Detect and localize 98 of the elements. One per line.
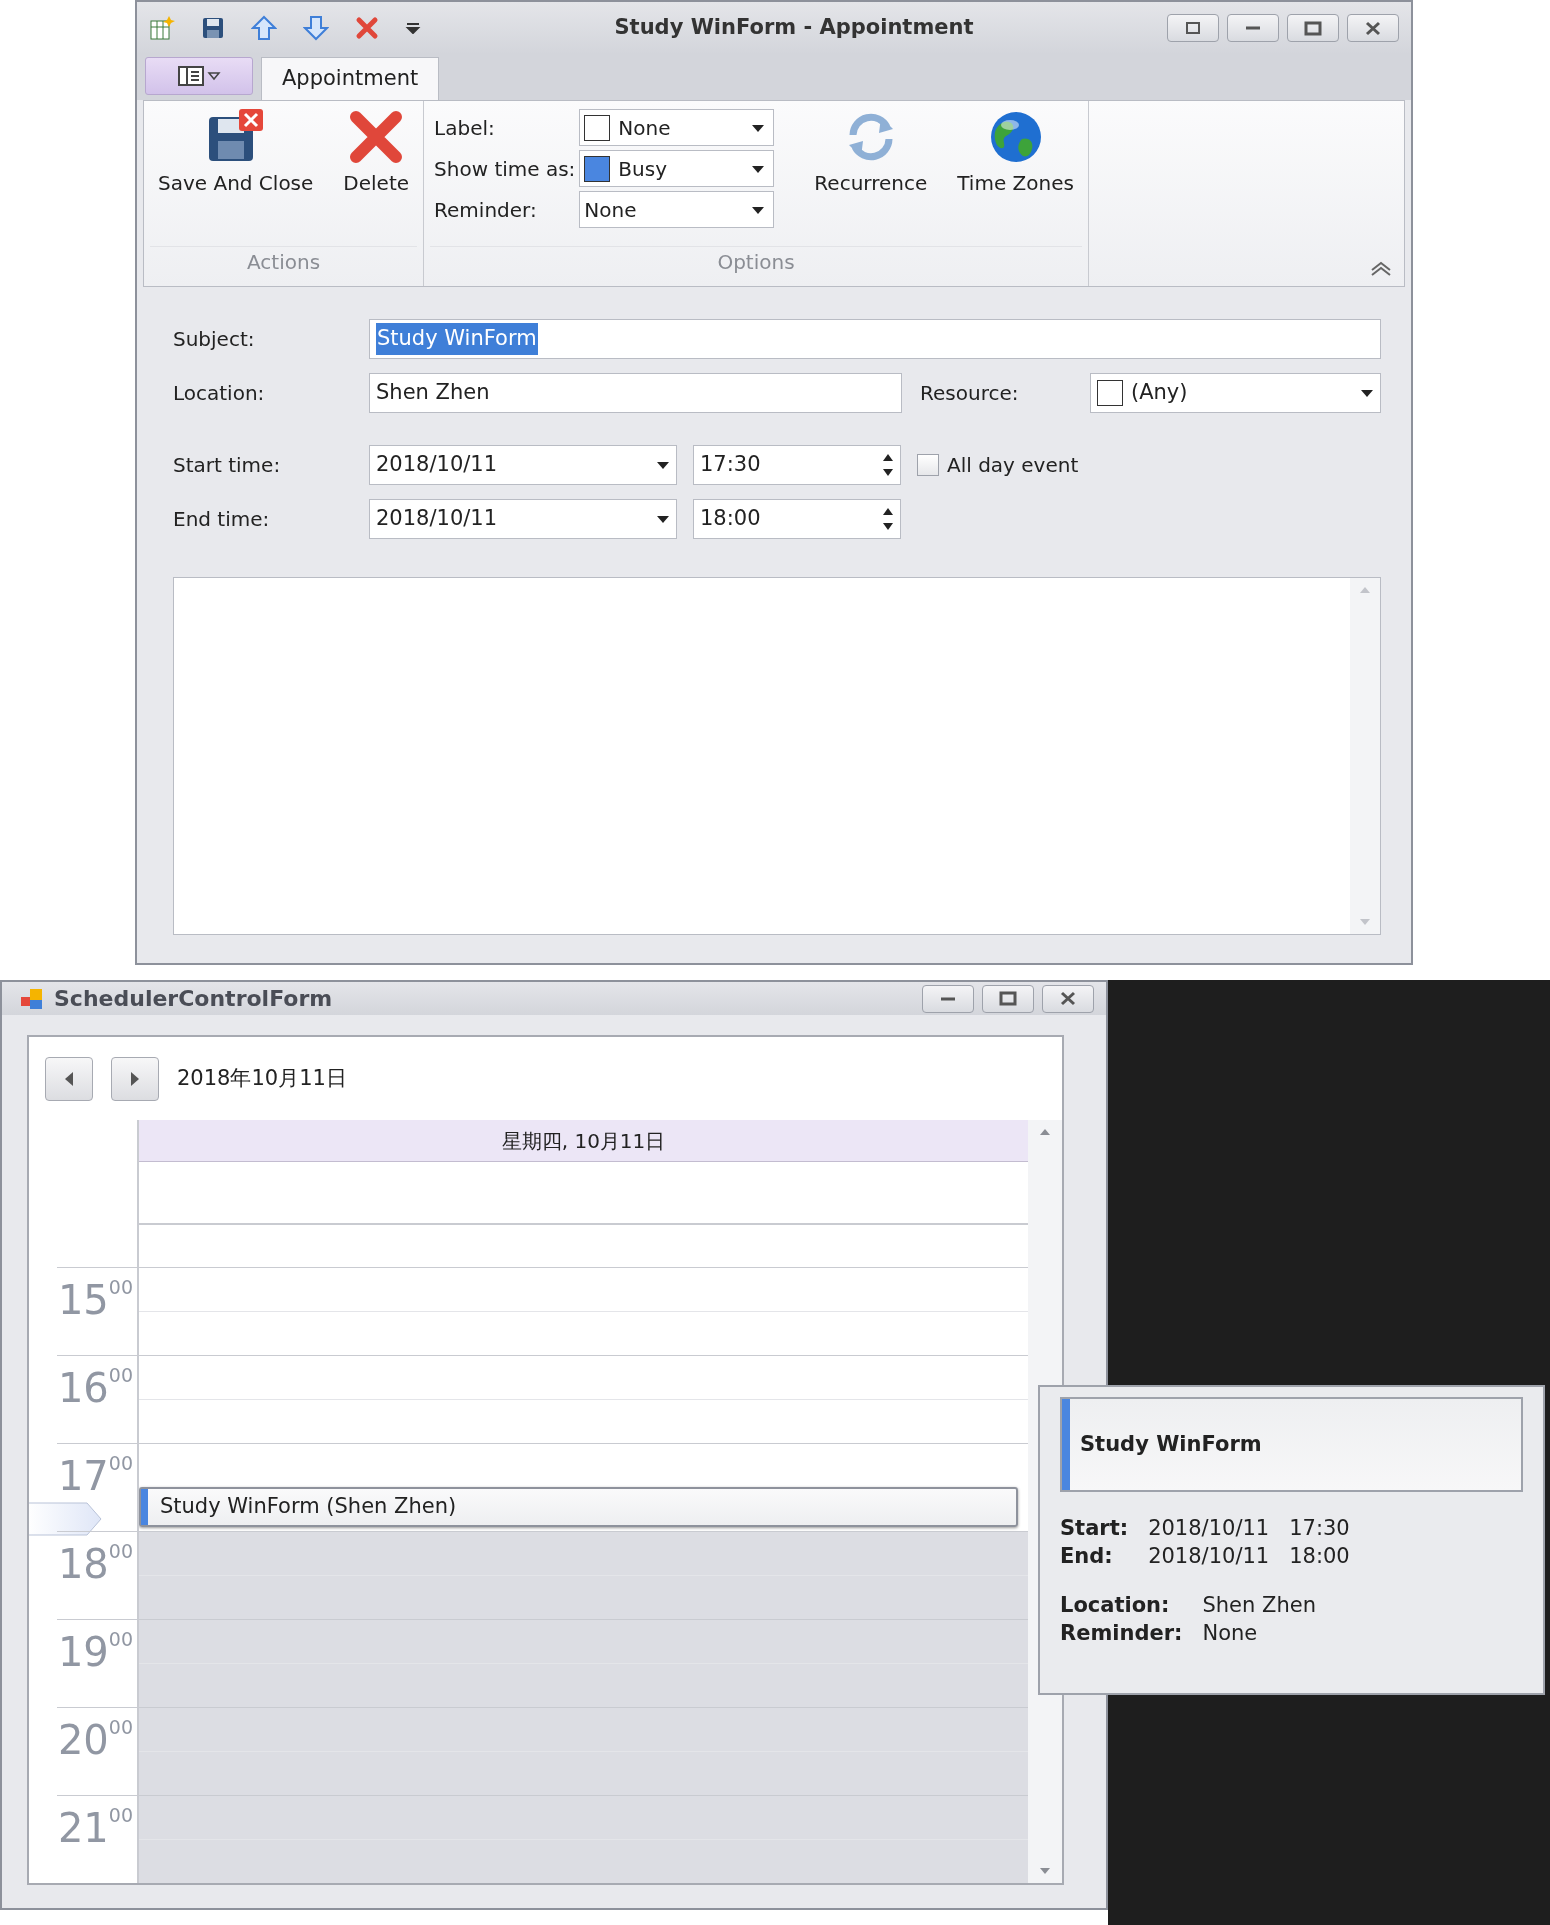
minutes-label: 00 [108,1630,133,1649]
field-label: Reminder: [434,196,538,224]
previous-button[interactable] [45,1056,93,1101]
window-title: Study WinForm - Appointment [613,14,975,42]
delete-icon[interactable] [355,16,379,40]
date-dropdown[interactable]: 2018/10/11 [369,445,677,485]
time-spinner[interactable]: 18:00 [693,499,901,539]
minutes-label: 00 [108,1718,133,1737]
field-label: Location: [173,380,266,407]
tooltip-label: Start: [1060,1515,1129,1542]
hour-label: 15 [57,1280,109,1320]
tooltip-value: 2018/10/11 [1148,1515,1270,1542]
minimize-icon [1246,26,1260,30]
tooltip-value: 2018/10/11 [1148,1543,1270,1571]
resource-dropdown[interactable]: (Any) [1090,373,1381,413]
close-icon [1058,990,1078,1007]
tooltip-value: 18:00 [1289,1543,1350,1571]
close-button[interactable] [1347,14,1399,42]
maximize-icon [1303,19,1323,37]
dropdown[interactable]: Busy [579,150,775,187]
app-icon [20,986,44,1011]
tooltip-value: None [1202,1620,1259,1648]
close-icon [1363,19,1383,37]
date-dropdown[interactable]: 2018/10/11 [369,499,677,539]
field-label: Show time as: [434,155,576,183]
checkbox[interactable] [917,454,939,476]
minimize-button[interactable] [1227,14,1279,42]
field-label: Resource: [920,380,1020,407]
subject-field[interactable]: Study WinForm [369,319,1381,359]
dropdown[interactable]: None [579,191,775,228]
day-header: 星期四, 10月11日 [139,1120,1028,1162]
scroll-down-icon[interactable] [1039,1867,1051,1875]
maximize-icon [998,990,1018,1007]
minimize-button[interactable] [922,984,974,1013]
caret-icon [751,122,766,133]
collapse-icon[interactable] [1370,260,1392,276]
restore-icon [1183,19,1203,37]
down-arrow-icon[interactable] [303,15,329,41]
checkbox-label: All day event [947,452,1079,479]
selection-arrow-icon [29,1502,103,1536]
group-caption: Options [430,246,1082,286]
close-button[interactable] [1042,984,1094,1013]
caret-icon [751,204,766,215]
restore-button[interactable] [1167,14,1219,42]
left-triangle-icon [63,1070,75,1087]
tooltip-label: Reminder: [1060,1620,1183,1648]
hour-label: 20 [57,1720,109,1760]
date-caption: 2018年10月11日 [177,1064,347,1092]
minutes-label: 00 [108,1542,133,1561]
minutes-label: 00 [108,1366,133,1385]
time-spinner[interactable]: 17:30 [693,445,901,485]
minimize-icon [941,996,955,1001]
window-title: SchedulerControlForm [54,985,334,1013]
customize-icon[interactable] [405,22,421,34]
field-label: End time: [173,506,271,533]
recurrence-button[interactable]: Recurrence [810,109,932,195]
save-icon[interactable] [201,16,225,40]
hour-label: 19 [57,1632,109,1672]
app-icon[interactable] [149,15,175,41]
minutes-label: 00 [108,1278,133,1297]
field-label: Start time: [173,452,282,479]
ribbon-tab[interactable]: Appointment [261,57,440,100]
tooltip-value: 17:30 [1289,1515,1350,1542]
delete-button[interactable]: Delete [339,109,414,195]
hour-label: 17 [57,1456,109,1496]
next-button[interactable] [111,1056,159,1101]
maximize-button[interactable] [982,984,1034,1013]
tooltip-value: Shen Zhen [1202,1591,1316,1619]
tooltip-label: Location: [1060,1591,1171,1619]
spin-arrows-icon [882,506,894,532]
color-swatch [1097,380,1123,406]
caret-icon [656,460,670,470]
caret-icon [751,163,766,174]
caret-icon [656,514,670,524]
hour-label: 18 [57,1544,109,1584]
up-arrow-icon[interactable] [251,15,277,41]
tooltip-label: End: [1060,1543,1114,1571]
globe-button[interactable]: Time Zones [953,109,1078,195]
scroll-up-icon[interactable] [1039,1128,1051,1136]
save-button[interactable]: Save And Close [154,109,318,195]
application-menu-button[interactable] [145,57,253,95]
dropdown[interactable]: None [579,109,775,146]
hour-label: 21 [57,1808,109,1848]
minutes-label: 00 [108,1806,133,1825]
tooltip-title: Study WinForm [1080,1430,1262,1458]
appointment[interactable]: Study WinForm (Shen Zhen) [139,1487,1018,1527]
field-label: Subject: [173,326,256,353]
maximize-button[interactable] [1287,14,1339,42]
location-field[interactable]: Shen Zhen [369,373,902,413]
delete-icon [348,109,405,165]
minutes-label: 00 [108,1454,133,1473]
right-triangle-icon [129,1070,141,1087]
group-caption: Actions [150,246,418,286]
label-bar [141,1489,148,1525]
hour-label: 16 [57,1368,109,1408]
field-label: Label: [434,114,496,142]
spin-arrows-icon [882,452,894,478]
caret-icon [1360,388,1374,398]
